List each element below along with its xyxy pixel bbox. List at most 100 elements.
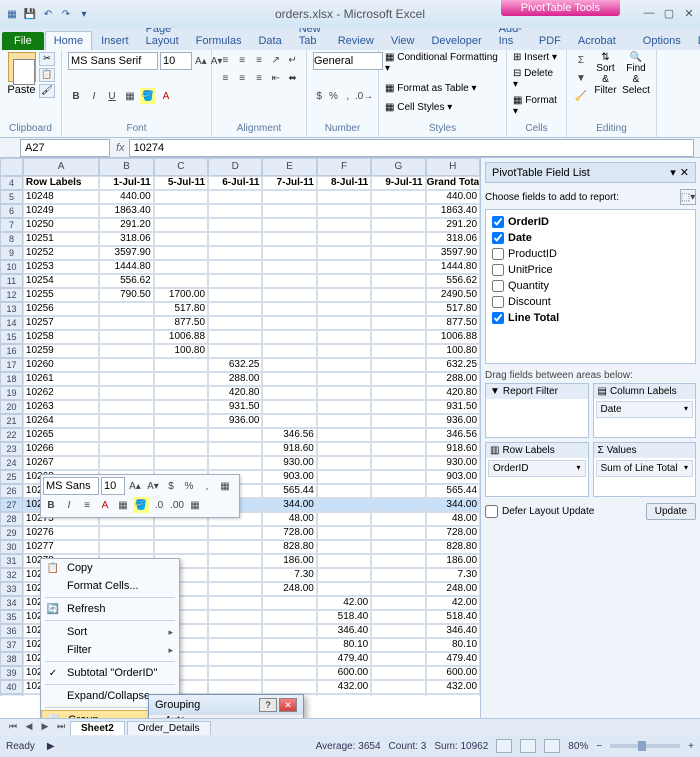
- cell[interactable]: 930.00: [262, 456, 316, 470]
- cell[interactable]: 3597.90: [426, 246, 480, 260]
- cell[interactable]: [208, 316, 262, 330]
- sheet-tab-other[interactable]: Order_Details: [127, 721, 211, 735]
- cell[interactable]: [317, 554, 371, 568]
- row-header[interactable]: 28: [0, 512, 23, 526]
- tab-formulas[interactable]: Formulas: [188, 32, 250, 50]
- currency-icon[interactable]: $: [313, 88, 325, 104]
- row-header[interactable]: 6: [0, 204, 23, 218]
- tab-review[interactable]: Review: [330, 32, 382, 50]
- field-item[interactable]: OrderID: [490, 214, 691, 230]
- cell[interactable]: [371, 218, 425, 232]
- table-row[interactable]: 6102491863.401863.40: [0, 204, 480, 218]
- table-row[interactable]: 1810261288.00288.00: [0, 372, 480, 386]
- cell[interactable]: [371, 498, 425, 512]
- tab-nav-prev-icon[interactable]: ◀: [22, 721, 36, 735]
- row-header[interactable]: 31: [0, 554, 23, 568]
- cell[interactable]: 248.00: [262, 582, 316, 596]
- cell[interactable]: 291.20: [99, 218, 153, 232]
- cell[interactable]: [208, 218, 262, 232]
- row-header[interactable]: 16: [0, 344, 23, 358]
- cell[interactable]: 288.00: [426, 372, 480, 386]
- tab-view[interactable]: View: [383, 32, 423, 50]
- copy-icon[interactable]: 📋: [39, 68, 55, 82]
- table-row[interactable]: 1410257877.50877.50: [0, 316, 480, 330]
- cell[interactable]: 42.00: [426, 596, 480, 610]
- cell[interactable]: [371, 204, 425, 218]
- tab-developer[interactable]: Developer: [423, 32, 489, 50]
- row-header[interactable]: 10: [0, 260, 23, 274]
- cell[interactable]: [208, 638, 262, 652]
- cell[interactable]: [262, 190, 316, 204]
- cell[interactable]: 10261: [23, 372, 99, 386]
- underline-icon[interactable]: U: [104, 88, 120, 104]
- row-header[interactable]: 30: [0, 540, 23, 554]
- percent-icon[interactable]: %: [327, 88, 339, 104]
- cell[interactable]: 565.44: [426, 484, 480, 498]
- cell[interactable]: [317, 400, 371, 414]
- cell[interactable]: 903.00: [262, 470, 316, 484]
- cell[interactable]: [154, 442, 208, 456]
- conditional-formatting-button[interactable]: ▦ Conditional Formatting ▾: [385, 52, 500, 74]
- cell[interactable]: [208, 610, 262, 624]
- cell[interactable]: [208, 274, 262, 288]
- cell[interactable]: 5-Jul-11: [154, 176, 208, 190]
- cell[interactable]: [317, 190, 371, 204]
- mini-options-icon[interactable]: ▦: [217, 478, 233, 494]
- column-labels-area[interactable]: ▤Column Labels Date▾: [593, 383, 697, 438]
- row-header[interactable]: 36: [0, 624, 23, 638]
- row-header[interactable]: 11: [0, 274, 23, 288]
- tab-nav-next-icon[interactable]: ▶: [38, 721, 52, 735]
- format-cells-button[interactable]: ▦ Format ▾: [513, 95, 560, 117]
- redo-icon[interactable]: ↷: [58, 6, 74, 22]
- row-header[interactable]: 40: [0, 680, 23, 694]
- pane-dropdown-icon[interactable]: ▾: [670, 166, 676, 179]
- table-row[interactable]: 1310256517.80517.80: [0, 302, 480, 316]
- cell[interactable]: 10258: [23, 330, 99, 344]
- tab-nav-last-icon[interactable]: ⏭: [54, 721, 68, 735]
- mini-font-select[interactable]: [43, 477, 99, 495]
- tab-nav-first-icon[interactable]: ⏮: [6, 721, 20, 735]
- cell[interactable]: 728.00: [426, 526, 480, 540]
- cell[interactable]: [154, 358, 208, 372]
- cell[interactable]: 556.62: [426, 274, 480, 288]
- cell[interactable]: [154, 204, 208, 218]
- row-header[interactable]: 5: [0, 190, 23, 204]
- normal-view-icon[interactable]: [496, 739, 512, 753]
- maximize-icon[interactable]: ▢: [662, 7, 676, 21]
- cell[interactable]: [371, 372, 425, 386]
- field-item[interactable]: ProductID: [490, 246, 691, 262]
- cell[interactable]: [317, 442, 371, 456]
- cell[interactable]: [371, 232, 425, 246]
- cell[interactable]: [99, 442, 153, 456]
- cell[interactable]: [154, 414, 208, 428]
- page-break-view-icon[interactable]: [544, 739, 560, 753]
- cell[interactable]: [371, 624, 425, 638]
- cell[interactable]: [154, 274, 208, 288]
- cell[interactable]: [317, 414, 371, 428]
- cell[interactable]: [262, 302, 316, 316]
- cell[interactable]: 408.00: [426, 694, 480, 696]
- table-row[interactable]: 810251318.06318.06: [0, 232, 480, 246]
- cell[interactable]: 632.25: [208, 358, 262, 372]
- table-row[interactable]: 1210255790.501700.002490.50: [0, 288, 480, 302]
- mini-percent-icon[interactable]: %: [181, 478, 197, 494]
- cell[interactable]: 346.40: [317, 624, 371, 638]
- cell[interactable]: [154, 456, 208, 470]
- cell[interactable]: [371, 400, 425, 414]
- cell[interactable]: [99, 526, 153, 540]
- defer-update-checkbox[interactable]: [485, 505, 498, 518]
- cell[interactable]: [371, 302, 425, 316]
- merge-icon[interactable]: ⬌: [285, 70, 300, 86]
- row-header[interactable]: 12: [0, 288, 23, 302]
- table-row[interactable]: 2310266918.60918.60: [0, 442, 480, 456]
- cell[interactable]: 1863.40: [99, 204, 153, 218]
- mini-dec-icon[interactable]: .0: [151, 497, 167, 513]
- cell[interactable]: [99, 302, 153, 316]
- row-header[interactable]: 22: [0, 428, 23, 442]
- column-header[interactable]: E: [262, 158, 316, 176]
- close-icon[interactable]: ✕: [682, 7, 696, 21]
- cell[interactable]: [154, 400, 208, 414]
- cell[interactable]: [262, 344, 316, 358]
- mini-decrease-font-icon[interactable]: A▾: [145, 478, 161, 494]
- row-header[interactable]: 25: [0, 470, 23, 484]
